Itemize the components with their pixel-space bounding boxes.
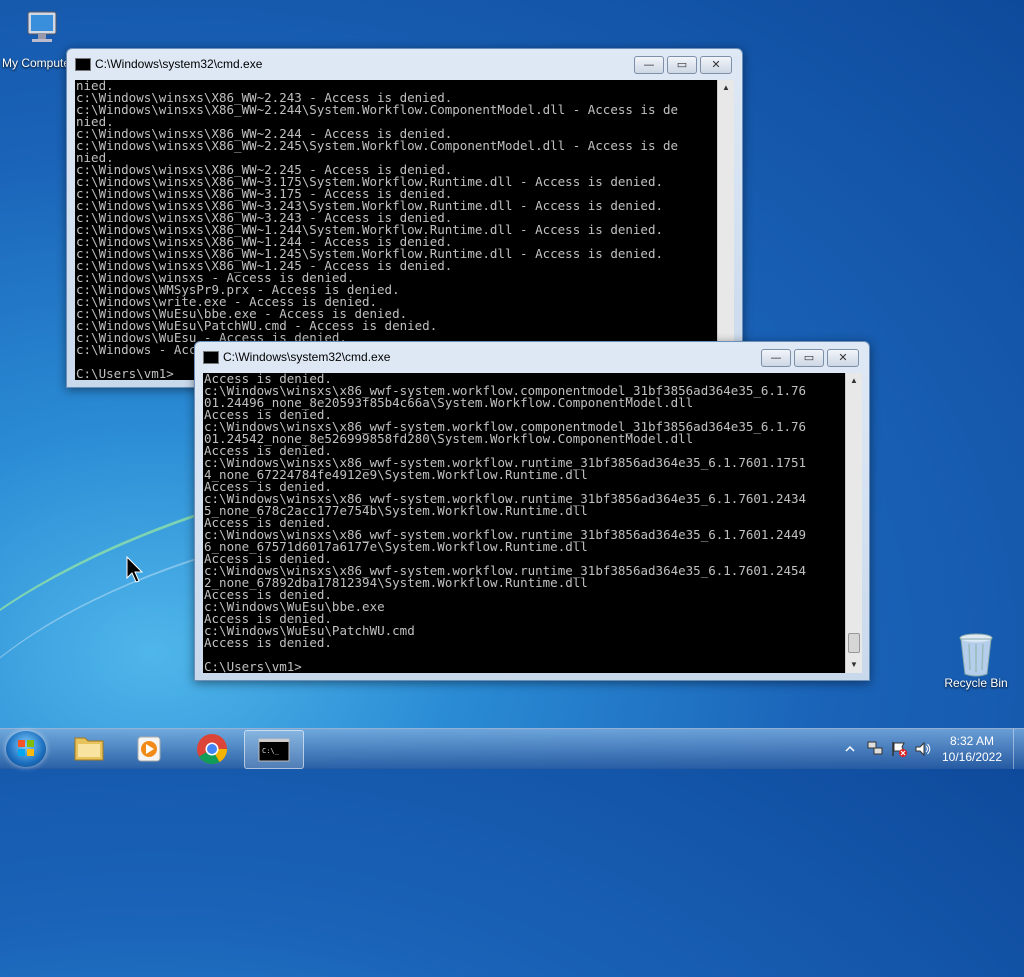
cmd-window-front[interactable]: C:\Windows\system32\cmd.exe — ▭ ✕ Access… <box>194 341 870 681</box>
title-bar[interactable]: C:\Windows\system32\cmd.exe — ▭ ✕ <box>67 49 742 79</box>
media-player-icon <box>137 736 161 762</box>
folder-icon <box>74 737 104 761</box>
scroll-up-arrow[interactable]: ▲ <box>846 373 862 389</box>
taskbar-cmd[interactable]: C:\_ <box>244 730 304 769</box>
console-line: C:\Users\vm1> <box>204 659 302 673</box>
taskbar: C:\_ 8:32 AM 10/16/2022 <box>0 728 1024 769</box>
network-icon[interactable] <box>866 740 884 758</box>
computer-icon <box>18 10 62 54</box>
taskbar-media-player[interactable] <box>120 730 178 767</box>
console-output[interactable]: nied. c:\Windows\winsxs\X86_WW~2.243 - Ac… <box>75 80 718 380</box>
cmd-icon <box>203 351 219 364</box>
action-center-flag-icon[interactable] <box>890 740 908 758</box>
console-output[interactable]: Access is denied. c:\Windows\winsxs\x86_w… <box>203 373 846 673</box>
window-title: C:\Windows\system32\cmd.exe <box>223 350 391 364</box>
windows-logo-icon <box>18 740 34 756</box>
cmd-window-back[interactable]: C:\Windows\system32\cmd.exe — ▭ ✕ nied. c… <box>66 48 743 388</box>
maximize-button[interactable]: ▭ <box>794 349 824 367</box>
mouse-cursor-icon <box>126 556 144 583</box>
clock-time: 8:32 AM <box>949 734 995 748</box>
scroll-up-arrow[interactable]: ▲ <box>718 80 734 96</box>
close-button[interactable]: ✕ <box>827 349 859 367</box>
cmd-icon: C:\_ <box>258 738 290 762</box>
minimize-button[interactable]: — <box>634 56 664 74</box>
minimize-button[interactable]: — <box>761 349 791 367</box>
scrollbar[interactable]: ▲ ▼ <box>845 373 862 673</box>
recycle-bin-desktop-icon[interactable]: Recycle Bin <box>936 630 1016 690</box>
maximize-button[interactable]: ▭ <box>667 56 697 74</box>
chrome-icon <box>197 734 227 765</box>
console-line: Access is denied. <box>204 635 332 650</box>
scrollbar[interactable]: ▲ <box>717 80 734 380</box>
taskbar-explorer[interactable] <box>60 730 118 767</box>
scroll-thumb[interactable] <box>848 633 860 653</box>
console-line: c:\Windows\winsxs\X86_WW~2.245\System.Wo… <box>76 138 679 153</box>
cmd-icon <box>75 58 91 71</box>
show-desktop-button[interactable] <box>1013 729 1024 769</box>
svg-text:C:\_: C:\_ <box>262 747 280 755</box>
close-button[interactable]: ✕ <box>700 56 732 74</box>
start-button[interactable] <box>6 731 46 767</box>
volume-icon[interactable] <box>914 740 932 758</box>
show-hidden-icons-icon[interactable] <box>844 743 856 755</box>
scroll-down-arrow[interactable]: ▼ <box>846 657 862 673</box>
console-line: c:\Windows\winsxs\X86_WW~2.244\System.Wo… <box>76 102 679 117</box>
taskbar-chrome[interactable] <box>183 730 241 767</box>
taskbar-clock[interactable]: 8:32 AM 10/16/2022 <box>932 733 1012 765</box>
title-bar[interactable]: C:\Windows\system32\cmd.exe — ▭ ✕ <box>195 342 869 372</box>
window-title: C:\Windows\system32\cmd.exe <box>95 57 263 71</box>
recycle-bin-icon <box>954 630 998 677</box>
recycle-bin-label: Recycle Bin <box>944 676 1008 690</box>
clock-date: 10/16/2022 <box>941 750 1003 764</box>
